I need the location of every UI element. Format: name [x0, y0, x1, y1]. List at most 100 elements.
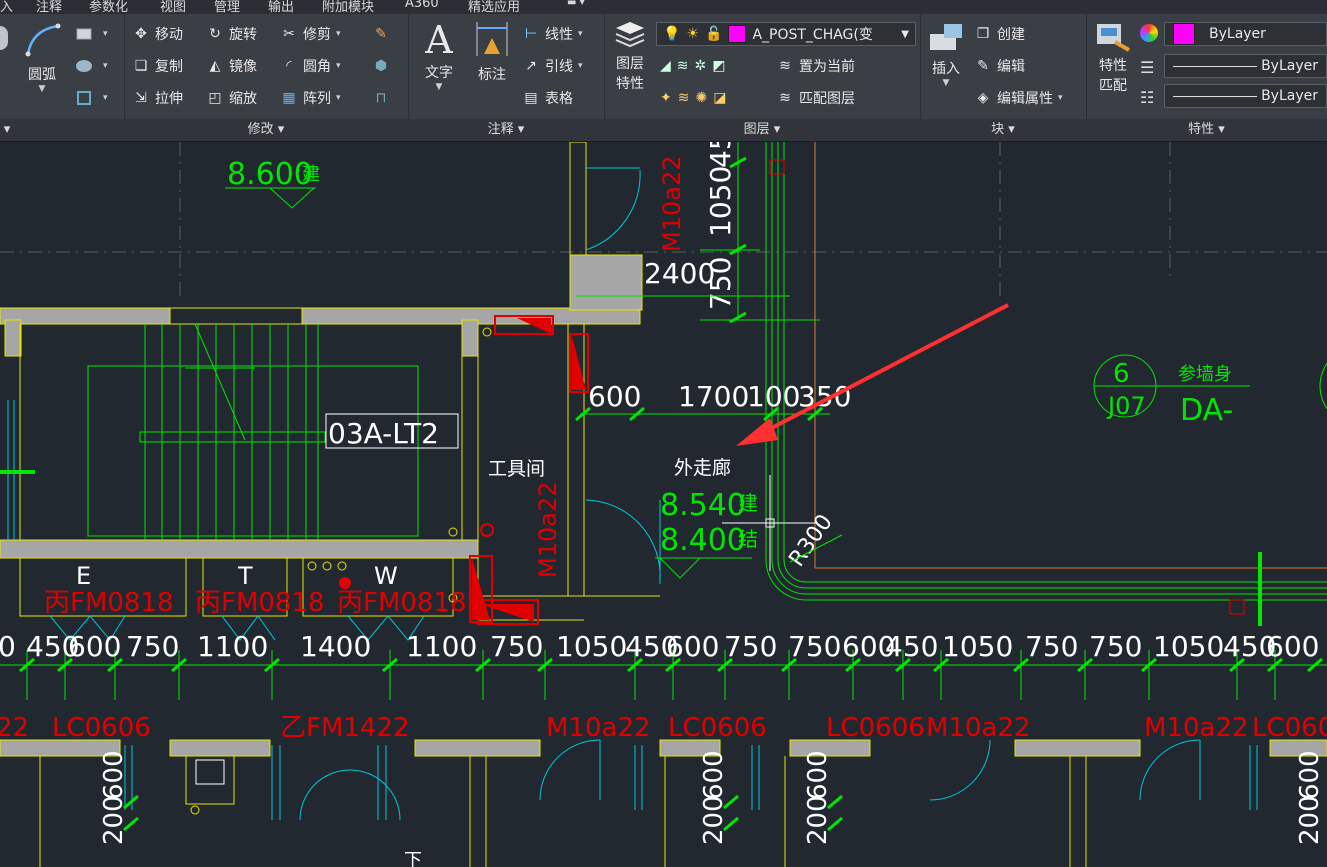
copy-icon: ❏: [134, 58, 148, 74]
dimension-tool[interactable]: 标注: [470, 18, 514, 84]
boundary-tool[interactable]: ▾: [75, 86, 108, 110]
bdim-17: 750: [1089, 630, 1142, 663]
linear-dim-icon: ⊢: [524, 26, 538, 42]
trim-tool[interactable]: ✂ 修剪 ▾: [280, 22, 340, 46]
arc-caret[interactable]: ▼: [20, 84, 64, 94]
lower-tag-5: LC0606: [826, 713, 925, 743]
bdim-7: 750: [490, 630, 543, 663]
bdim-20: 600: [1266, 630, 1319, 663]
lower-tag-0: 22: [0, 713, 29, 743]
color-dropdown[interactable]: ByLayer: [1164, 22, 1327, 46]
elev-arch-value: 8.540: [660, 488, 746, 523]
layer-dropdown-caret[interactable]: ▼: [901, 29, 909, 40]
mirror-icon: ◭: [209, 58, 221, 74]
sun-icon[interactable]: ☀: [686, 26, 699, 42]
offset-tool[interactable]: ⊓: [372, 86, 395, 110]
scale-tool[interactable]: ◰ 缩放: [206, 86, 257, 110]
properties-panel-title[interactable]: 特性 ▾: [1086, 119, 1327, 141]
edit-attributes-tool[interactable]: ◈ 编辑属性 ▾: [974, 86, 1063, 110]
bdim-5: 1400: [300, 630, 371, 663]
layer-lock-icon[interactable]: ◩: [712, 58, 731, 74]
color-wheel-icon[interactable]: [1140, 24, 1158, 42]
array-icon: ▦: [282, 90, 296, 106]
rectangle-tool[interactable]: ▾: [75, 22, 108, 46]
menu-view[interactable]: 视图: [160, 0, 186, 14]
move-tool[interactable]: ✥ 移动: [132, 22, 183, 46]
layer-unlock-icon[interactable]: ◪: [713, 90, 732, 106]
drawing-canvas[interactable]: 8.600 建 03A-LT2 工具间 外走廊 M10a22 M10a22 45…: [0, 142, 1327, 867]
scale-icon: ◰: [208, 90, 222, 106]
layer-properties-tool[interactable]: 图层 特性: [610, 20, 650, 94]
cad-drawing[interactable]: 8.600 建 03A-LT2 工具间 外走廊 M10a22 M10a22 45…: [0, 142, 1327, 867]
annotation-panel-title[interactable]: 注释 ▾: [408, 119, 604, 141]
menu-manage[interactable]: 管理: [214, 0, 240, 14]
layer-freeze-icon[interactable]: ≋: [677, 58, 695, 74]
stretch-icon: ⇲: [135, 90, 147, 106]
circle-icon-partial[interactable]: [0, 26, 8, 50]
layer-dropdown[interactable]: 💡 ☀ 🔓 A_POST_CHAG(变 ▼: [656, 22, 916, 46]
menu-insert[interactable]: 入: [0, 0, 13, 14]
layer-isolate-icon[interactable]: ◢: [660, 58, 677, 74]
layer-on-icon[interactable]: ✦: [660, 90, 678, 106]
fillet-tool[interactable]: ◜ 圆角 ▾: [280, 54, 340, 78]
layer-tools-row1[interactable]: ◢ ≋ ✲ ◩: [660, 54, 731, 78]
linetype-dropdown[interactable]: ByLayer: [1164, 54, 1327, 78]
vdim-1050: 1050: [704, 166, 737, 237]
stretch-tool[interactable]: ⇲ 拉伸: [132, 86, 183, 110]
match-layer-tool[interactable]: ≋ 匹配图层: [776, 86, 855, 110]
light-bulb-icon[interactable]: 💡: [663, 26, 680, 42]
table-tool[interactable]: ▤ 表格: [522, 86, 573, 110]
leader-tool[interactable]: ↗ 引线 ▾: [522, 54, 582, 78]
elev-struct-tag: 结: [738, 527, 758, 551]
text-tool[interactable]: A 文字 ▼: [418, 18, 460, 92]
array-tool[interactable]: ▦ 阵列 ▾: [280, 86, 340, 110]
bdim-4: 1100: [197, 630, 268, 663]
unlock-icon[interactable]: 🔓: [705, 26, 722, 42]
menu-annotate[interactable]: 注释: [36, 0, 62, 14]
hatch-tool[interactable]: ▾: [75, 54, 108, 78]
erase-tool[interactable]: ✎: [372, 22, 395, 46]
arc-icon: [25, 23, 61, 57]
modify-panel: ✥ 移动 ↻ 旋转 ✂ 修剪 ▾ ✎ ❏ 复制 ◭ 镜像 ◜ 圆角 ▾ ⬢ ⇲ 拉伸 ◰ 缩放 ▦ 阵…: [124, 14, 409, 141]
match-properties-label: 特性 匹配: [1099, 58, 1127, 94]
block-panel-title[interactable]: 块 ▾: [920, 119, 1086, 141]
down-label: 下: [404, 850, 422, 867]
ribbon: 圆弧 ▼ ▾ ▾ ▾ ▾ ✥ 移动 ↻ 旋转 ✂ 修剪 ▾ ✎ ❏ 复制 ◭ 镜像 ◜ 圆角 ▾…: [0, 14, 1327, 142]
arc-tool[interactable]: 圆弧 ▼: [20, 20, 64, 94]
lower-vdim-200-a: 200: [99, 795, 129, 845]
match-properties-tool[interactable]: 特性 匹配: [1090, 20, 1136, 96]
create-block-icon: ❐: [976, 26, 990, 42]
create-block-tool[interactable]: ❐ 创建: [974, 22, 1025, 46]
layer-tools-row2[interactable]: ✦ ≋ ✺ ◪: [660, 86, 732, 110]
menu-parametric[interactable]: 参数化: [89, 0, 128, 14]
elevation-top-tag: 建: [302, 164, 320, 185]
layers-panel-title[interactable]: 图层 ▾: [604, 119, 920, 141]
rotate-tool[interactable]: ↻ 旋转: [206, 22, 257, 46]
explode-icon: ⬢: [374, 58, 388, 74]
bdim-14: 450: [885, 630, 938, 663]
draw-panel-title[interactable]: ▾: [0, 119, 124, 141]
layer-off-icon[interactable]: ✲: [695, 58, 713, 74]
insert-tool[interactable]: 插入 ▼: [924, 20, 968, 88]
insert-block-icon: [930, 24, 962, 50]
layer-thaw-icon[interactable]: ✺: [695, 90, 713, 106]
lineweight-icon[interactable]: ☷: [1140, 88, 1154, 107]
menu-a360[interactable]: A360: [405, 0, 439, 11]
current-layer-name: A_POST_CHAG(变: [752, 27, 873, 43]
corridor-label: 外走廊: [674, 457, 731, 479]
lineweight-dropdown[interactable]: ByLayer: [1164, 84, 1327, 108]
explode-tool[interactable]: ⬢: [372, 54, 395, 78]
linear-dim-tool[interactable]: ⊢ 线性 ▾: [522, 22, 583, 46]
menu-addins[interactable]: 附加模块: [322, 0, 374, 14]
copy-tool[interactable]: ❏ 复制: [132, 54, 183, 78]
dim-2400: 2400: [644, 257, 715, 290]
linetype-icon[interactable]: ☰: [1140, 58, 1154, 77]
layer-walk-icon[interactable]: ≋: [678, 90, 696, 106]
menu-extra-icon[interactable]: ▬ ▾: [567, 0, 585, 8]
menu-featured-apps[interactable]: 精选应用: [468, 0, 520, 14]
edit-block-tool[interactable]: ✎ 编辑: [974, 54, 1025, 78]
make-current-tool[interactable]: ≋ 置为当前: [776, 54, 855, 78]
modify-panel-title[interactable]: 修改 ▾: [124, 119, 408, 141]
mirror-tool[interactable]: ◭ 镜像: [206, 54, 257, 78]
menu-output[interactable]: 输出: [268, 0, 294, 14]
